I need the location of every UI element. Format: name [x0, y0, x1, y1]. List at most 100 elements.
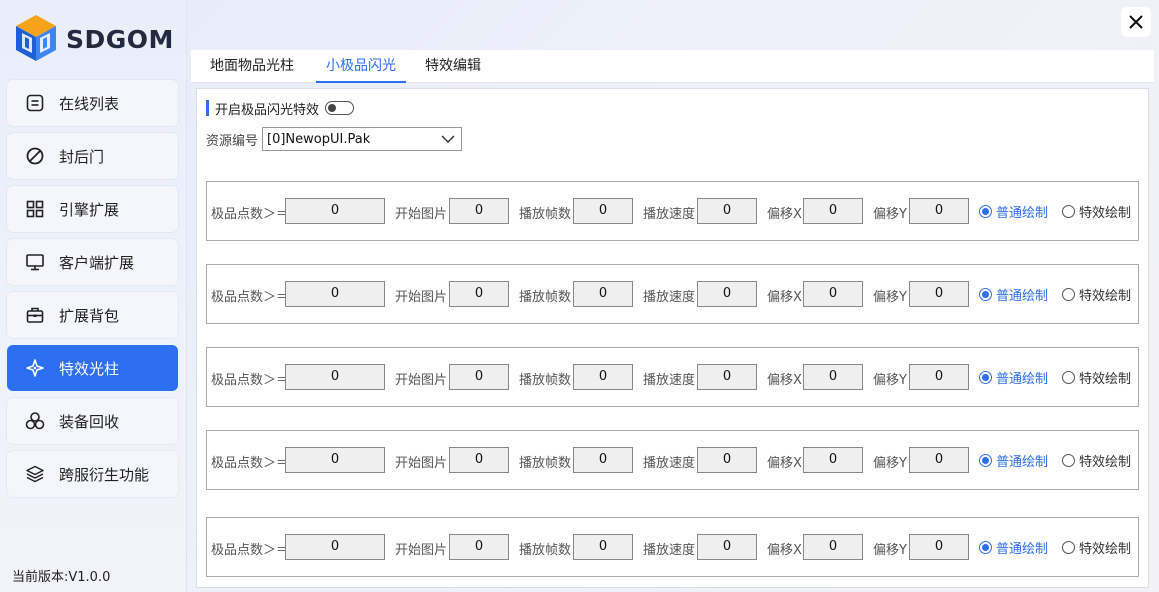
offset-x-label: 偏移X: [767, 456, 802, 471]
offset-x-input[interactable]: 0: [803, 534, 863, 560]
frames-input[interactable]: 0: [573, 198, 633, 224]
points-input[interactable]: 0: [285, 534, 385, 560]
start-image-label: 开始图片: [395, 373, 448, 388]
effect-draw-radio[interactable]: 特效绘制: [1062, 368, 1131, 387]
briefcase-icon: [25, 305, 45, 325]
resource-select[interactable]: [0]NewopUI.Pak: [262, 127, 463, 151]
normal-draw-radio[interactable]: 普通绘制: [979, 451, 1048, 470]
normal-draw-radio[interactable]: 普通绘制: [979, 285, 1048, 304]
normal-draw-radio-label: 普通绘制: [996, 372, 1049, 387]
radio-circle-icon: [1062, 205, 1075, 218]
radio-circle-icon: [979, 454, 992, 467]
effect-draw-radio[interactable]: 特效绘制: [1062, 538, 1131, 557]
sidebar-item-cross-server[interactable]: 跨服衍生功能: [7, 451, 178, 497]
offset-y-input[interactable]: 0: [909, 198, 969, 224]
layers-icon: [25, 464, 45, 484]
enable-label: 开启极品闪光特效: [215, 102, 320, 118]
version-text: 当前版本:V1.0.0: [12, 570, 111, 585]
sidebar-item-bag-ext[interactable]: 扩展背包: [7, 292, 178, 338]
speed-input[interactable]: 0: [697, 364, 757, 390]
tab-effect-edit[interactable]: 特效编辑: [425, 50, 481, 83]
start-image-input[interactable]: 0: [449, 534, 509, 560]
sidebar-item-effect-beam[interactable]: 特效光柱: [7, 345, 178, 391]
normal-draw-radio[interactable]: 普通绘制: [979, 202, 1048, 221]
radio-circle-icon: [1062, 541, 1075, 554]
offset-y-label: 偏移Y: [873, 373, 907, 388]
sidebar-item-label: 扩展背包: [59, 306, 120, 325]
normal-draw-radio[interactable]: 普通绘制: [979, 538, 1048, 557]
effect-draw-radio-label: 特效绘制: [1079, 542, 1132, 557]
radio-circle-icon: [979, 371, 992, 384]
sidebar-item-engine-ext[interactable]: 引擎扩展: [7, 186, 178, 232]
tab-bar: 地面物品光柱 小极品闪光 特效编辑: [191, 50, 1154, 83]
points-input[interactable]: 0: [285, 281, 385, 307]
sidebar-item-label: 特效光柱: [59, 359, 120, 378]
sidebar-item-online-list[interactable]: 在线列表: [7, 80, 178, 126]
offset-y-input[interactable]: 0: [909, 534, 969, 560]
offset-y-input[interactable]: 0: [909, 281, 969, 307]
logo-cube-icon: [16, 15, 56, 61]
normal-draw-radio-label: 普通绘制: [996, 455, 1049, 470]
enable-toggle[interactable]: [325, 101, 355, 115]
effect-draw-radio[interactable]: 特效绘制: [1062, 202, 1131, 221]
resource-row: 资源编号 [0]NewopUI.Pak: [206, 127, 463, 151]
start-image-input[interactable]: 0: [449, 447, 509, 473]
sidebar-item-ban-backdoor[interactable]: 封后门: [7, 133, 178, 179]
speed-input[interactable]: 0: [697, 447, 757, 473]
offset-y-input[interactable]: 0: [909, 447, 969, 473]
offset-x-label: 偏移X: [767, 290, 802, 305]
sidebar: SDGOM 在线列表 封后门 引擎扩展 客户端扩展 扩展背包 特效光柱 装备回收…: [0, 0, 187, 592]
sidebar-item-label: 在线列表: [59, 94, 120, 113]
start-image-label: 开始图片: [395, 207, 448, 222]
start-image-input[interactable]: 0: [449, 364, 509, 390]
tab-ground-item-beam[interactable]: 地面物品光柱: [210, 50, 294, 83]
frames-input[interactable]: 0: [573, 447, 633, 473]
points-input[interactable]: 0: [285, 447, 385, 473]
offset-y-label: 偏移Y: [873, 543, 907, 558]
offset-y-input[interactable]: 0: [909, 364, 969, 390]
rule-row: 极品点数＞＝ 0 开始图片 0 播放帧数 0 播放速度 0 偏移X 0 偏移Y 0 普通绘制 特效绘制: [206, 181, 1139, 241]
close-icon: [1129, 15, 1143, 29]
normal-draw-radio[interactable]: 普通绘制: [979, 368, 1048, 387]
sidebar-item-client-ext[interactable]: 客户端扩展: [7, 239, 178, 285]
points-input[interactable]: 0: [285, 198, 385, 224]
chevron-down-icon: [441, 135, 455, 144]
tab-small-rare-flash[interactable]: 小极品闪光: [316, 50, 406, 83]
section-marker: [206, 100, 209, 116]
monitor-icon: [25, 252, 45, 272]
frames-input[interactable]: 0: [573, 364, 633, 390]
frames-input[interactable]: 0: [573, 281, 633, 307]
offset-x-label: 偏移X: [767, 207, 802, 222]
normal-draw-radio-label: 普通绘制: [996, 289, 1049, 304]
start-image-label: 开始图片: [395, 290, 448, 305]
radio-circle-icon: [1062, 371, 1075, 384]
offset-x-input[interactable]: 0: [803, 198, 863, 224]
points-input[interactable]: 0: [285, 364, 385, 390]
offset-x-input[interactable]: 0: [803, 281, 863, 307]
radio-circle-icon: [1062, 288, 1075, 301]
sidebar-item-label: 跨服衍生功能: [59, 465, 150, 484]
offset-x-label: 偏移X: [767, 373, 802, 388]
offset-x-input[interactable]: 0: [803, 447, 863, 473]
effect-draw-radio[interactable]: 特效绘制: [1062, 285, 1131, 304]
toggle-knob: [328, 104, 337, 112]
sidebar-item-label: 客户端扩展: [59, 253, 135, 272]
speed-input[interactable]: 0: [697, 281, 757, 307]
resource-value: [0]NewopUI.Pak: [267, 131, 371, 147]
start-image-input[interactable]: 0: [449, 198, 509, 224]
settings-panel: 开启极品闪光特效 资源编号 [0]NewopUI.Pak 极品点数＞＝ 0 开始图片…: [196, 88, 1149, 588]
points-label: 极品点数＞＝: [211, 543, 290, 558]
close-button[interactable]: [1121, 7, 1151, 37]
speed-input[interactable]: 0: [697, 534, 757, 560]
speed-input[interactable]: 0: [697, 198, 757, 224]
sidebar-item-equip-recycle[interactable]: 装备回收: [7, 398, 178, 444]
list-icon: [25, 93, 45, 113]
radio-circle-icon: [979, 288, 992, 301]
recycle-icon: [25, 411, 45, 431]
effect-draw-radio[interactable]: 特效绘制: [1062, 451, 1131, 470]
offset-x-input[interactable]: 0: [803, 364, 863, 390]
frames-label: 播放帧数: [519, 373, 572, 388]
sidebar-item-label: 封后门: [59, 147, 105, 166]
start-image-input[interactable]: 0: [449, 281, 509, 307]
frames-input[interactable]: 0: [573, 534, 633, 560]
